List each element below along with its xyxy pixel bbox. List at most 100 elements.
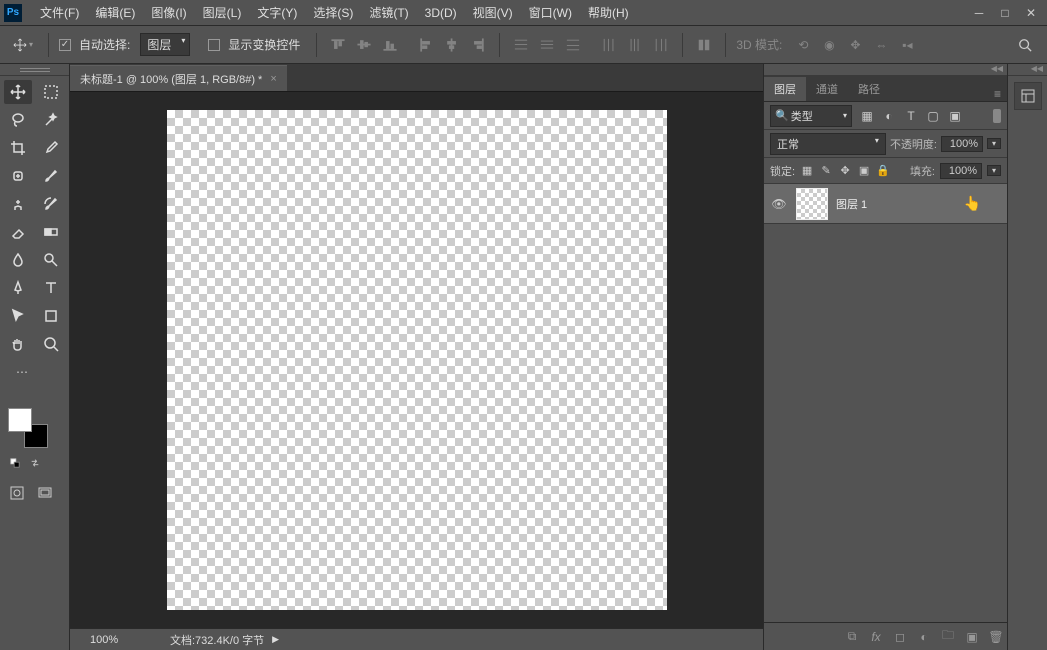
canvas[interactable] [167,110,667,610]
pen-tool[interactable] [4,276,32,300]
eyedropper-tool[interactable] [37,136,65,160]
document-info[interactable]: 文档:732.4K/0 字节 [170,632,264,648]
gradient-tool[interactable] [37,220,65,244]
filter-smart-icon[interactable]: ▣ [948,109,962,123]
fill-dropdown-icon[interactable]: ▾ [987,165,1001,176]
align-left-icon[interactable] [415,34,437,56]
3d-zoom-icon[interactable]: ▪◂ [896,34,918,56]
blur-tool[interactable] [4,248,32,272]
clone-tool[interactable] [4,192,32,216]
zoom-tool[interactable] [37,332,65,356]
menu-view[interactable]: 视图(V) [465,4,521,21]
menu-edit[interactable]: 编辑(E) [87,4,143,21]
align-right-icon[interactable] [467,34,489,56]
3d-orbit-icon[interactable]: ⟲ [792,34,814,56]
layer-thumbnail[interactable] [796,188,828,220]
filter-shape-icon[interactable]: ▢ [926,109,940,123]
window-maximize-icon[interactable]: □ [993,4,1017,22]
3d-roll-icon[interactable]: ◉ [818,34,840,56]
layer-visibility-icon[interactable]: 👁 [770,197,788,211]
3d-pan-icon[interactable]: ✥ [844,34,866,56]
opacity-value[interactable]: 100% [941,136,983,152]
menu-3d[interactable]: 3D(D) [417,6,465,20]
menu-window[interactable]: 窗口(W) [521,4,580,21]
search-icon[interactable] [1015,35,1035,55]
auto-select-checkbox[interactable] [59,39,71,51]
align-hcenter-icon[interactable] [441,34,463,56]
align-vcenter-icon[interactable] [353,34,375,56]
edit-toolbar[interactable]: ⋯ [8,360,36,384]
shape-tool[interactable] [37,304,65,328]
canvas-area[interactable] [70,92,763,628]
blend-mode-dropdown[interactable]: 正常▾ [770,133,886,155]
3d-slide-icon[interactable]: ⇔ [870,34,892,56]
align-bottom-icon[interactable] [379,34,401,56]
distribute-right-icon[interactable] [650,34,672,56]
opacity-dropdown-icon[interactable]: ▾ [987,138,1001,149]
lock-image-icon[interactable]: ✎ [819,164,833,178]
status-arrow-icon[interactable]: ▶ [272,634,279,645]
hand-tool[interactable] [4,332,32,356]
path-selection-tool[interactable] [4,304,32,328]
move-tool[interactable] [4,80,32,104]
layer-name[interactable]: 图层 1 [836,196,867,212]
tab-channels[interactable]: 通道 [806,77,848,101]
filter-adjust-icon[interactable]: ◐ [882,109,896,123]
layer-item[interactable]: 👁 图层 1 👆 [764,184,1007,224]
healing-tool[interactable] [4,164,32,188]
window-close-icon[interactable]: ✕ [1019,4,1043,22]
zoom-level[interactable]: 100% [90,634,150,646]
menu-file[interactable]: 文件(F) [32,4,87,21]
show-transform-checkbox[interactable] [208,39,220,51]
distribute-vcenter-icon[interactable] [536,34,558,56]
delete-layer-icon[interactable]: 🗑 [987,628,1005,646]
dock-collapse[interactable]: ◀◀ [1008,64,1047,76]
distribute-left-icon[interactable] [598,34,620,56]
distribute-hcenter-icon[interactable] [624,34,646,56]
layer-filter-type[interactable]: 🔍类型▾ [770,105,852,127]
close-tab-icon[interactable]: × [270,73,276,85]
menu-image[interactable]: 图像(I) [143,4,194,21]
panel-menu-icon[interactable]: ≡ [988,87,1007,101]
lasso-tool[interactable] [4,108,32,132]
auto-select-dropdown[interactable]: 图层 [140,33,190,56]
quick-mask-icon[interactable] [10,486,24,500]
move-tool-preset-icon[interactable] [8,33,38,57]
menu-filter[interactable]: 滤镜(T) [361,4,416,21]
history-brush-tool[interactable] [37,192,65,216]
layer-mask-icon[interactable]: ◻ [891,628,909,646]
dock-panel-icon[interactable] [1014,82,1042,110]
default-colors-icon[interactable] [8,456,22,470]
screen-mode-icon[interactable] [38,486,52,500]
filter-toggle[interactable] [993,109,1001,123]
fill-value[interactable]: 100% [940,163,982,179]
distribute-bottom-icon[interactable] [562,34,584,56]
foreground-color-swatch[interactable] [8,408,32,432]
toolbox-collapse[interactable] [0,64,69,76]
new-layer-icon[interactable]: ▣ [963,628,981,646]
color-swatches[interactable] [8,408,48,448]
link-layers-icon[interactable]: ⧉ [843,628,861,646]
tab-paths[interactable]: 路径 [848,77,890,101]
panel-collapse[interactable]: ◀◀ [764,64,1007,76]
menu-help[interactable]: 帮助(H) [580,4,637,21]
marquee-tool[interactable] [37,80,65,104]
eraser-tool[interactable] [4,220,32,244]
lock-artboard-icon[interactable]: ▣ [857,164,871,178]
menu-text[interactable]: 文字(Y) [249,4,305,21]
adjustment-layer-icon[interactable]: ◐ [915,628,933,646]
brush-tool[interactable] [37,164,65,188]
auto-align-icon[interactable] [693,34,715,56]
menu-select[interactable]: 选择(S) [305,4,361,21]
window-minimize-icon[interactable]: ─ [967,4,991,22]
text-tool[interactable] [37,276,65,300]
filter-text-icon[interactable]: T [904,109,918,123]
swap-colors-icon[interactable] [28,456,42,470]
lock-position-icon[interactable]: ✥ [838,164,852,178]
tab-layers[interactable]: 图层 [764,77,806,101]
document-tab[interactable]: 未标题-1 @ 100% (图层 1, RGB/8#) * × [70,65,287,91]
lock-transparent-icon[interactable]: ▦ [800,164,814,178]
layer-group-icon[interactable]: 🗀 [939,628,957,646]
crop-tool[interactable] [4,136,32,160]
distribute-top-icon[interactable] [510,34,532,56]
